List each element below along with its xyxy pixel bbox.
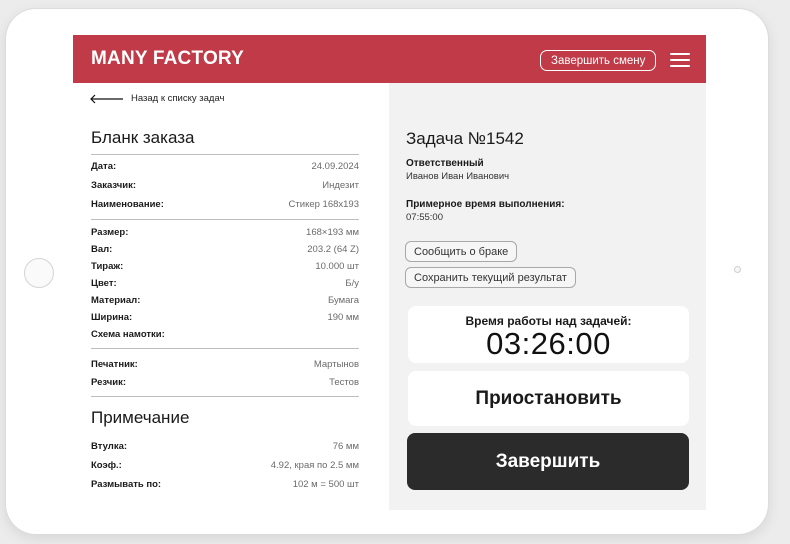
field-row: Резчик: Тестов [91,375,359,389]
order-panel: Назад к списку задач Бланк заказа Дата: … [73,83,389,510]
field-row: Цвет: Б/у [91,276,359,290]
task-title: Задача №1542 [406,129,524,148]
field-label: Цвет: [91,277,117,289]
field-row: Тираж: 10.000 шт [91,259,359,273]
responsible-label: Ответственный [406,158,484,169]
finish-button[interactable]: Завершить [407,433,689,490]
timer-card: Время работы над задачей: 03:26:00 [408,306,689,363]
field-value: 190 мм [327,311,359,323]
field-label: Размывать по: [91,478,162,490]
field-label: Коэф.: [91,459,122,471]
task-panel: Задача №1542 Ответственный Иванов Иван И… [389,83,706,510]
eta-value: 07:55:00 [406,212,443,223]
field-value: Стикер 168x193 [288,198,359,210]
end-shift-button[interactable]: Завершить смену [540,50,657,71]
field-row: Размывать по: 102 м = 500 шт [91,477,359,491]
field-value: Индезит [322,179,359,191]
field-value: Б/у [345,277,359,289]
app-header: MANY FACTORY Завершить смену [73,35,706,83]
notes-title: Примечание [91,408,190,427]
field-row: Ширина: 190 мм [91,310,359,324]
order-form-title: Бланк заказа [91,128,195,147]
field-label: Печатник: [91,358,138,370]
field-label: Тираж: [91,260,124,272]
report-defect-button[interactable]: Сообщить о браке [405,241,518,262]
home-button [24,258,54,288]
field-value: 24.09.2024 [311,160,359,172]
divider [91,348,359,349]
app-logo: MANY FACTORY [91,48,245,69]
field-label: Размер: [91,226,129,238]
field-row: Дата: 24.09.2024 [91,159,359,173]
app-screen: MANY FACTORY Завершить смену Назад к спи… [73,35,706,510]
field-row: Вал: 203.2 (64 Z) [91,242,359,256]
front-camera [734,266,741,273]
field-row: Коэф.: 4.92, края по 2.5 мм [91,458,359,472]
field-row: Заказчик: Индезит [91,178,359,192]
arrow-left-icon [90,94,123,103]
field-value: 203.2 (64 Z) [307,243,359,255]
field-value: Тестов [329,376,359,388]
eta-label: Примерное время выполнения: [406,199,565,210]
field-label: Материал: [91,294,141,306]
divider [91,154,359,155]
field-row: Печатник: Мартынов [91,357,359,371]
field-value: 168×193 мм [306,226,359,238]
field-row: Материал: Бумага [91,293,359,307]
field-label: Втулка: [91,440,128,452]
field-row: Схема намотки: [91,327,359,341]
field-row: Втулка: 76 мм [91,439,359,453]
field-label: Дата: [91,160,117,172]
field-label: Наименование: [91,198,164,210]
field-value: 102 м = 500 шт [292,478,359,490]
field-label: Вал: [91,243,113,255]
field-label: Резчик: [91,376,127,388]
field-row: Размер: 168×193 мм [91,225,359,239]
field-label: Схема намотки: [91,328,165,340]
pause-button[interactable]: Приостановить [408,371,689,426]
field-value: Мартынов [313,358,359,370]
field-value: Бумага [327,294,359,306]
save-result-button[interactable]: Сохранить текущий результат [405,267,576,288]
field-row: Наименование: Стикер 168x193 [91,197,359,211]
field-value: 76 мм [332,440,359,452]
responsible-value: Иванов Иван Иванович [406,171,510,182]
menu-icon[interactable] [670,52,690,68]
back-link[interactable]: Назад к списку задач [90,93,224,104]
field-label: Заказчик: [91,179,137,191]
divider [91,396,359,397]
timer-value: 03:26:00 [486,326,611,361]
back-link-label: Назад к списку задач [131,93,225,104]
field-value: 10.000 шт [315,260,359,272]
divider [91,219,359,220]
field-value: 4.92, края по 2.5 мм [270,459,359,471]
field-label: Ширина: [91,311,133,323]
